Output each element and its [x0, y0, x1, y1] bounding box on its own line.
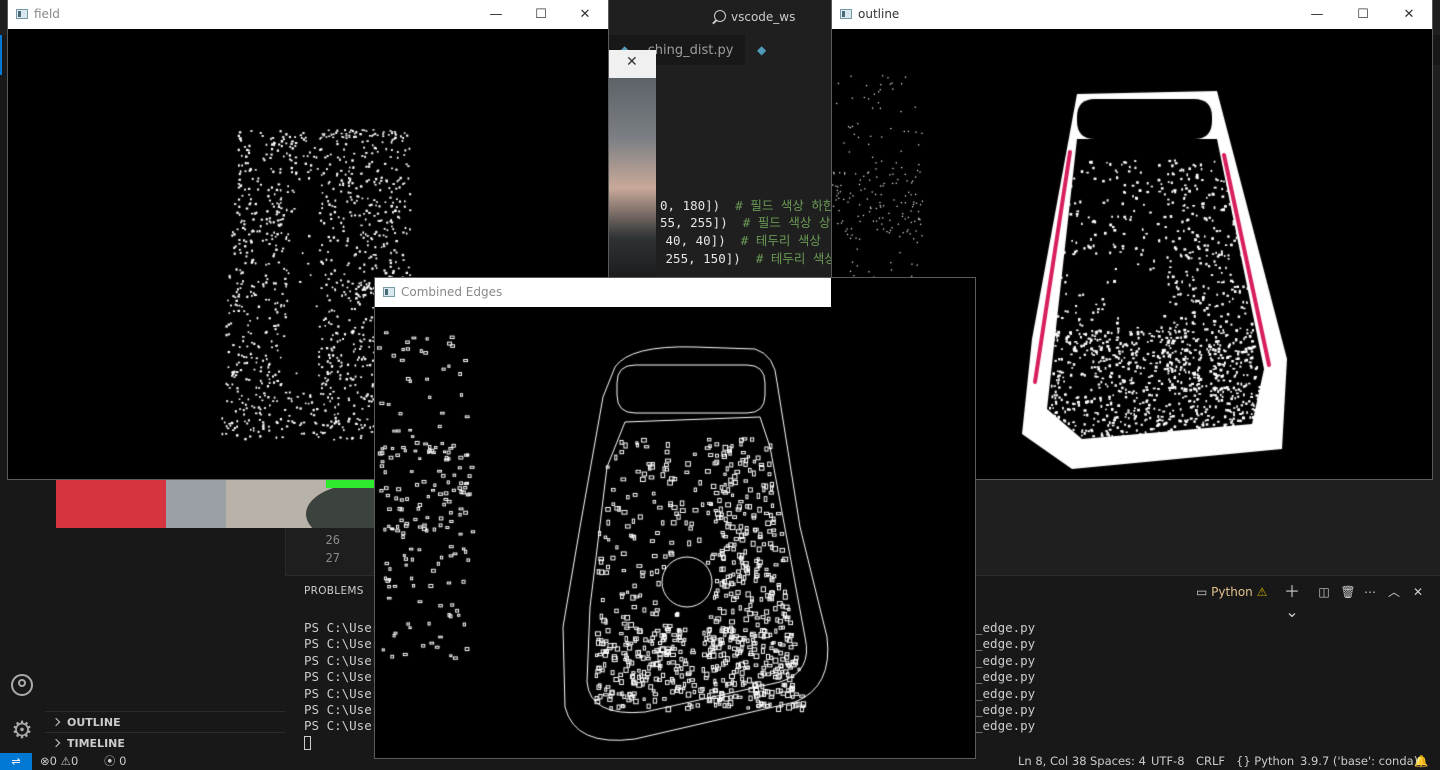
error-icon: ⊗	[40, 754, 50, 768]
sidebar-section-timeline[interactable]: TIMELINE	[45, 732, 285, 753]
encoding[interactable]: UTF-8	[1151, 753, 1185, 770]
minimize-button[interactable]: —	[473, 0, 519, 29]
python-interpreter[interactable]: 3.9.7 ('base': conda)	[1300, 753, 1418, 770]
warning-icon: ⚠	[1256, 585, 1268, 599]
close-icon[interactable]: ✕	[626, 54, 638, 70]
indentation[interactable]: Spaces: 4	[1090, 753, 1146, 770]
line-number: 26	[325, 533, 340, 547]
code-line: 40, 40]) # 테두리 색상	[658, 233, 821, 248]
combined-edges-window[interactable]: Combined Edges	[375, 278, 975, 758]
tab-problems[interactable]: PROBLEMS	[304, 585, 364, 597]
chevron-right-icon	[51, 717, 61, 727]
terminal-line-tail: _edge.py	[975, 620, 1036, 635]
search-icon	[714, 10, 726, 22]
combined-edges-title-bar[interactable]: Combined Edges	[375, 278, 831, 307]
app-icon	[383, 287, 395, 297]
maximize-button[interactable]: ☐	[1340, 0, 1386, 29]
ports-indicator[interactable]: ⦿ 0	[104, 753, 126, 770]
combined-edges-image	[375, 307, 975, 758]
terminal-line-tail: _edge.py	[975, 669, 1036, 685]
sidebar-section-outline[interactable]: OUTLINE	[45, 711, 285, 732]
terminal-line-tail: _edge.py	[975, 652, 1036, 668]
warning-icon: ⚠	[60, 754, 71, 768]
language-mode[interactable]: {} Python	[1236, 753, 1294, 770]
terminal-icon: ▭	[1196, 585, 1208, 599]
line-ending[interactable]: CRLF	[1196, 753, 1225, 770]
new-terminal-button[interactable]: ＋⌄	[1278, 582, 1306, 621]
gear-icon[interactable]: ⚙	[10, 718, 34, 742]
trash-icon[interactable]: 🗑	[1338, 582, 1358, 602]
chevron-right-icon	[51, 738, 61, 748]
terminal-cursor	[304, 736, 311, 750]
minimize-button[interactable]: —	[1294, 0, 1340, 29]
close-icon[interactable]: ✕	[1408, 582, 1428, 602]
active-view-indicator	[0, 35, 2, 75]
video-thumbnail-window: ✕	[608, 50, 656, 278]
app-icon	[16, 9, 28, 19]
tab-green-edge[interactable]: ◆green_edg	[745, 35, 832, 88]
python-file-icon: ◆	[757, 43, 767, 57]
outline-title-bar[interactable]: outline — ☐ ✕	[832, 0, 1432, 29]
command-center-label: vscode_ws	[731, 10, 796, 24]
close-button[interactable]: ✕	[1386, 0, 1432, 29]
line-number: 27	[325, 551, 340, 565]
bell-icon[interactable]: 🔔	[1414, 753, 1428, 770]
video-preview	[56, 478, 376, 528]
app-icon	[840, 9, 852, 19]
more-icon[interactable]: ⋯	[1360, 582, 1380, 602]
terminal-line-tail: _edge.py	[975, 685, 1036, 701]
remote-icon[interactable]: ⇌	[0, 753, 32, 770]
window-title: field	[34, 7, 60, 21]
terminal-line-tail: _edge.py	[975, 636, 1036, 652]
maximize-button[interactable]: ☐	[518, 0, 564, 29]
window-title: outline	[858, 7, 900, 21]
code-line: 55, 255]) # 필드 색상 상한	[660, 215, 842, 230]
problems-indicator[interactable]: ⊗0 ⚠0	[40, 753, 78, 770]
broadcast-icon: ⦿	[104, 754, 116, 768]
split-terminal-icon[interactable]: ◫	[1314, 582, 1334, 602]
account-icon[interactable]	[11, 674, 33, 696]
code-line: 255, 150]) # 테두리 색상	[658, 251, 836, 266]
chevron-up-icon[interactable]: ︿	[1384, 582, 1404, 602]
close-button[interactable]: ✕	[562, 0, 608, 29]
field-title-bar[interactable]: field — ☐ ✕	[8, 0, 608, 29]
terminal-line-tail: _edge.py	[975, 702, 1036, 717]
terminal-line-tail: _edge.py	[975, 718, 1036, 734]
braces-icon: {}	[1236, 754, 1251, 768]
cursor-position[interactable]: Ln 8, Col 38	[1018, 753, 1087, 770]
terminal-profile[interactable]: ▭ Python ⚠	[1196, 582, 1286, 602]
command-center[interactable]: vscode_ws	[690, 5, 830, 29]
window-title: Combined Edges	[401, 285, 503, 299]
